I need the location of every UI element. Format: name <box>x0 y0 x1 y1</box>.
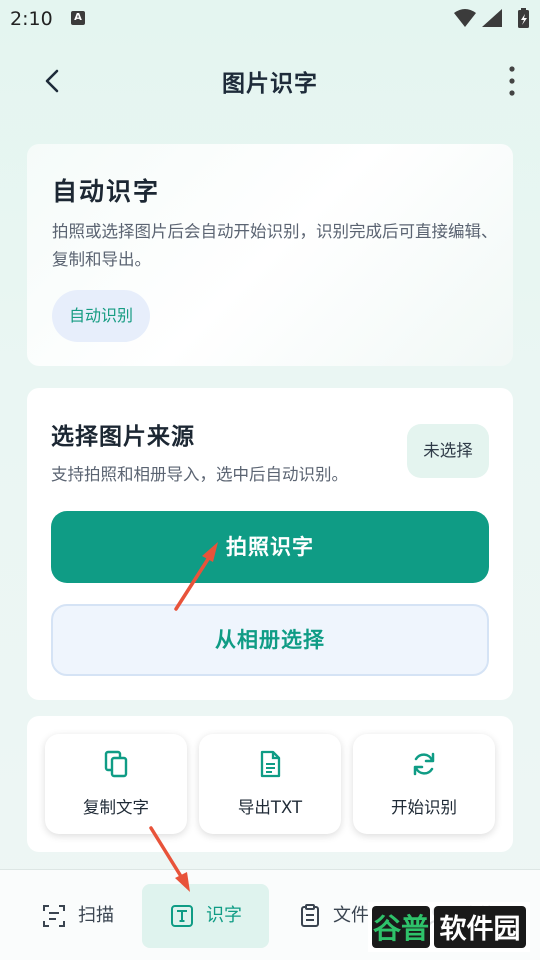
copy-text-button[interactable]: 复制文字 <box>45 734 187 834</box>
status-bar: 2:10 A <box>0 0 540 38</box>
source-card-title: 选择图片来源 <box>51 424 195 450</box>
document-icon <box>260 750 281 778</box>
app-bar: 图片识字 <box>0 50 540 110</box>
watermark-logo: 谷普 软件园 <box>368 902 530 952</box>
selection-status-badge: 未选择 <box>407 424 489 478</box>
wifi-icon <box>454 9 476 27</box>
start-recognition-label: 开始识别 <box>391 798 457 817</box>
start-recognition-button[interactable]: 开始识别 <box>353 734 495 834</box>
source-card-description: 支持拍照和相册导入，选中后自动识别。 <box>51 465 348 484</box>
text-recognition-icon <box>171 905 193 927</box>
svg-text:软件园: 软件园 <box>440 914 521 945</box>
nav-ocr-label: 识字 <box>206 905 242 926</box>
scan-icon <box>43 905 65 927</box>
refresh-icon <box>413 752 435 776</box>
clipboard-icon <box>301 904 319 927</box>
nav-item-ocr[interactable]: 识字 <box>142 884 269 948</box>
export-txt-label: 导出TXT <box>237 798 303 817</box>
nav-files-label: 文件 <box>333 905 369 926</box>
auto-recognition-chip: 自动识别 <box>52 290 150 342</box>
svg-text:谷普: 谷普 <box>373 912 429 945</box>
a-icon: A <box>71 11 85 25</box>
choose-from-album-button[interactable]: 从相册选择 <box>51 604 489 676</box>
page-title: 图片识字 <box>222 71 318 97</box>
signal-icon <box>482 9 502 27</box>
camera-recognize-button[interactable]: 拍照识字 <box>51 511 489 583</box>
auto-card-description: 拍照或选择图片后会自动开始识别，识别完成后可直接编辑、复制和导出。 <box>52 222 498 269</box>
image-source-card: 选择图片来源 支持拍照和相册导入，选中后自动识别。 未选择 拍照识字 从相册选择 <box>27 388 513 700</box>
nav-scan-label: 扫描 <box>78 905 114 926</box>
more-vertical-icon[interactable] <box>502 64 522 98</box>
nav-item-scan[interactable]: 扫描 <box>26 884 136 948</box>
status-icons <box>454 8 529 28</box>
copy-text-label: 复制文字 <box>83 798 149 817</box>
battery-icon <box>518 8 529 28</box>
auto-recognition-card: 自动识字 拍照或选择图片后会自动开始识别，识别完成后可直接编辑、复制和导出。 自… <box>27 144 513 366</box>
actions-card: 复制文字 导出TXT 开始识别 <box>27 716 513 852</box>
copy-icon <box>104 750 128 778</box>
auto-card-title: 自动识字 <box>52 177 161 206</box>
status-time: 2:10 <box>10 8 53 30</box>
export-txt-button[interactable]: 导出TXT <box>199 734 341 834</box>
